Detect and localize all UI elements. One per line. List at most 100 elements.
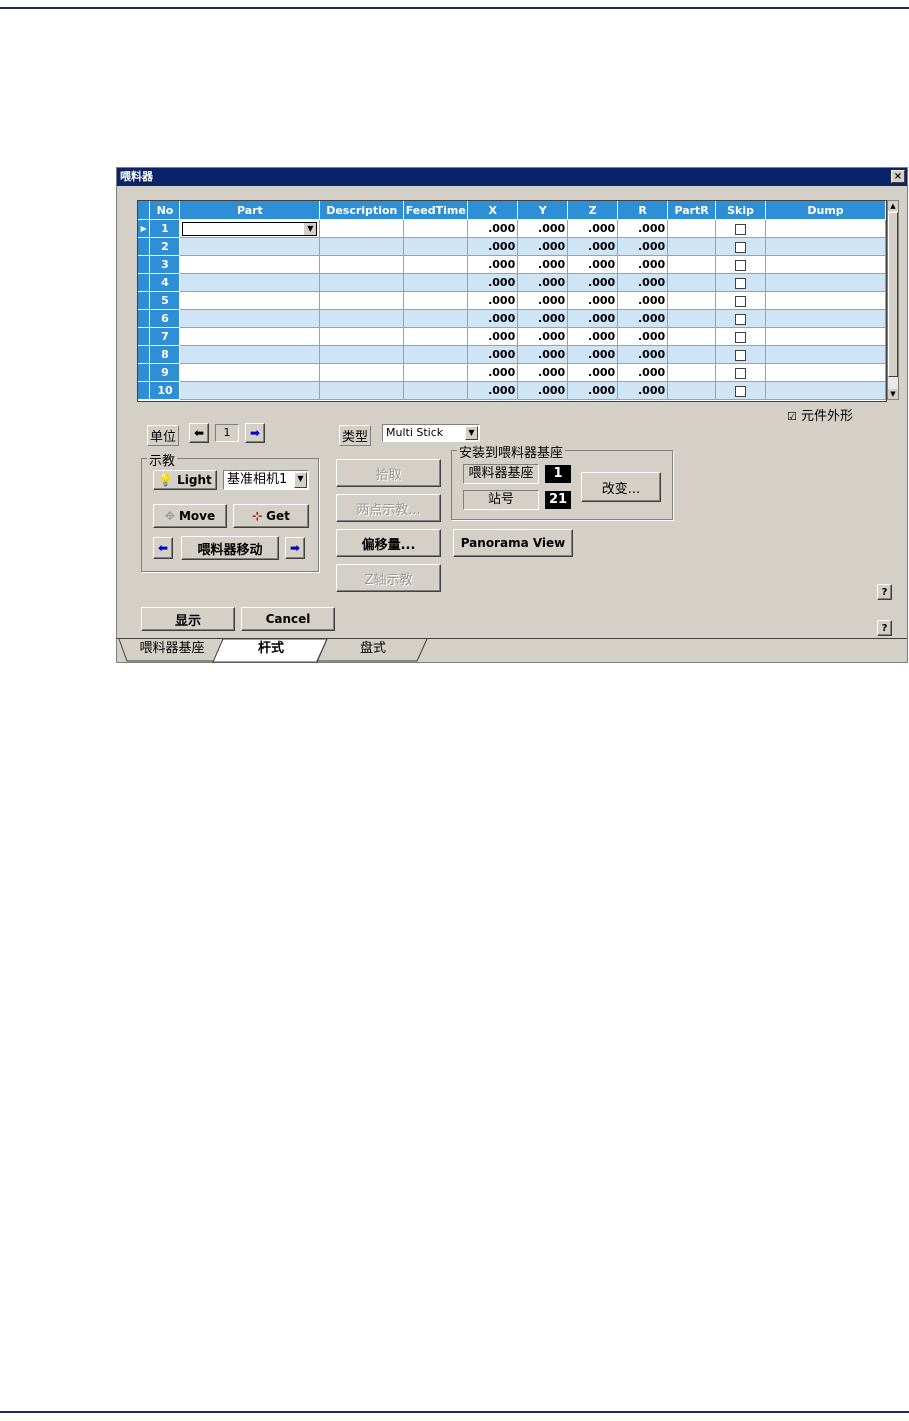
table-row[interactable]: 5.000.000.000.000 — [138, 291, 886, 310]
cell-part[interactable] — [179, 237, 321, 256]
column-header-y[interactable]: Y — [517, 201, 569, 220]
skip-checkbox[interactable] — [735, 277, 747, 289]
table-row[interactable]: 6.000.000.000.000 — [138, 309, 886, 328]
cell-feedtime[interactable] — [403, 291, 469, 310]
column-header-dump[interactable]: Dump — [765, 201, 886, 220]
cell-no[interactable]: 3 — [149, 255, 181, 274]
cell-x[interactable]: .000 — [467, 291, 519, 310]
cell-z[interactable]: .000 — [567, 273, 619, 292]
cell-description[interactable] — [319, 327, 405, 346]
cell-r[interactable]: .000 — [617, 273, 669, 292]
show-button[interactable]: 显示 — [141, 607, 235, 631]
cell-dump[interactable] — [765, 237, 886, 256]
cell-part[interactable] — [179, 291, 321, 310]
tab-stick[interactable]: 杆式 — [225, 638, 317, 662]
cell-description[interactable] — [319, 309, 405, 328]
move-button[interactable]: ✥ Move — [153, 504, 227, 528]
skip-checkbox[interactable] — [735, 313, 747, 325]
cell-part[interactable] — [179, 255, 321, 274]
cell-y[interactable]: .000 — [517, 237, 569, 256]
cell-r[interactable]: .000 — [617, 255, 669, 274]
cell-r[interactable]: .000 — [617, 345, 669, 364]
cell-dump[interactable] — [765, 327, 886, 346]
cell-description[interactable] — [319, 273, 405, 292]
panorama-view-button[interactable]: Panorama View — [453, 529, 573, 557]
cell-no[interactable]: 10 — [149, 381, 181, 400]
tab-feeder-base[interactable]: 喂料器基座 — [127, 638, 217, 662]
cell-x[interactable]: .000 — [467, 219, 519, 238]
skip-checkbox[interactable] — [735, 349, 747, 361]
column-header-no[interactable]: No — [149, 201, 181, 220]
table-row[interactable]: 9.000.000.000.000 — [138, 363, 886, 382]
cell-x[interactable]: .000 — [467, 237, 519, 256]
cell-no[interactable]: 2 — [149, 237, 181, 256]
cell-skip[interactable] — [715, 309, 767, 328]
cell-partr[interactable] — [667, 309, 717, 328]
cell-z[interactable]: .000 — [567, 327, 619, 346]
cell-dump[interactable] — [765, 219, 886, 238]
cell-no[interactable]: 5 — [149, 291, 181, 310]
cell-no[interactable]: 1 — [149, 219, 181, 238]
close-button[interactable]: × — [891, 170, 905, 183]
cell-description[interactable] — [319, 381, 405, 400]
cell-partr[interactable] — [667, 345, 717, 364]
cell-r[interactable]: .000 — [617, 363, 669, 382]
cell-skip[interactable] — [715, 255, 767, 274]
cell-y[interactable]: .000 — [517, 381, 569, 400]
cell-z[interactable]: .000 — [567, 363, 619, 382]
cell-no[interactable]: 9 — [149, 363, 181, 382]
cell-x[interactable]: .000 — [467, 345, 519, 364]
cell-description[interactable] — [319, 219, 405, 238]
cell-x[interactable]: .000 — [467, 327, 519, 346]
cell-description[interactable] — [319, 255, 405, 274]
cell-dump[interactable] — [765, 255, 886, 274]
cell-r[interactable]: .000 — [617, 291, 669, 310]
skip-checkbox[interactable] — [735, 223, 747, 235]
table-row[interactable]: 3.000.000.000.000 — [138, 255, 886, 274]
cell-description[interactable] — [319, 345, 405, 364]
column-header-feedtime[interactable]: FeedTime — [403, 201, 469, 220]
cell-feedtime[interactable] — [403, 381, 469, 400]
help-button-lower[interactable]: ? — [877, 620, 892, 636]
table-row[interactable]: 8.000.000.000.000 — [138, 345, 886, 364]
cell-part[interactable] — [179, 273, 321, 292]
help-button-upper[interactable]: ? — [877, 584, 892, 600]
scroll-thumb[interactable] — [888, 212, 898, 377]
cell-partr[interactable] — [667, 237, 717, 256]
feeder-move-button[interactable]: 喂料器移动 — [181, 536, 279, 560]
scroll-down-arrow-icon[interactable]: ▼ — [888, 389, 898, 399]
cell-description[interactable] — [319, 291, 405, 310]
column-header-partr[interactable]: PartR — [667, 201, 717, 220]
cell-partr[interactable] — [667, 291, 717, 310]
skip-checkbox[interactable] — [735, 259, 747, 271]
cell-dump[interactable] — [765, 309, 886, 328]
cell-dump[interactable] — [765, 363, 886, 382]
cell-description[interactable] — [319, 237, 405, 256]
cancel-button[interactable]: Cancel — [241, 607, 335, 631]
cell-part[interactable] — [179, 363, 321, 382]
table-row[interactable]: 4.000.000.000.000 — [138, 273, 886, 292]
table-row[interactable]: ▶ 1 ▼ .000.000.000.000 — [138, 219, 886, 238]
cell-x[interactable]: .000 — [467, 363, 519, 382]
cell-skip[interactable] — [715, 327, 767, 346]
part-dropdown[interactable]: ▼ — [182, 221, 318, 236]
cell-feedtime[interactable] — [403, 219, 469, 238]
cell-feedtime[interactable] — [403, 327, 469, 346]
cell-skip[interactable] — [715, 273, 767, 292]
cell-partr[interactable] — [667, 219, 717, 238]
two-point-teach-button[interactable]: 两点示教... — [336, 494, 441, 522]
cell-part[interactable] — [179, 345, 321, 364]
type-select[interactable]: Multi Stick ▼ — [382, 424, 480, 442]
cell-part[interactable] — [179, 381, 321, 400]
column-header-z[interactable]: Z — [567, 201, 619, 220]
tab-tray[interactable]: 盘式 — [327, 638, 419, 662]
cell-no[interactable]: 8 — [149, 345, 181, 364]
skip-checkbox[interactable] — [735, 367, 747, 379]
cell-partr[interactable] — [667, 363, 717, 382]
cell-skip[interactable] — [715, 219, 767, 238]
z-axis-teach-button[interactable]: Z轴示教 — [336, 564, 441, 592]
cell-description[interactable] — [319, 363, 405, 382]
unit-next-button[interactable]: ➡ — [245, 423, 265, 443]
offset-button[interactable]: 偏移量... — [336, 529, 441, 557]
cell-x[interactable]: .000 — [467, 381, 519, 400]
